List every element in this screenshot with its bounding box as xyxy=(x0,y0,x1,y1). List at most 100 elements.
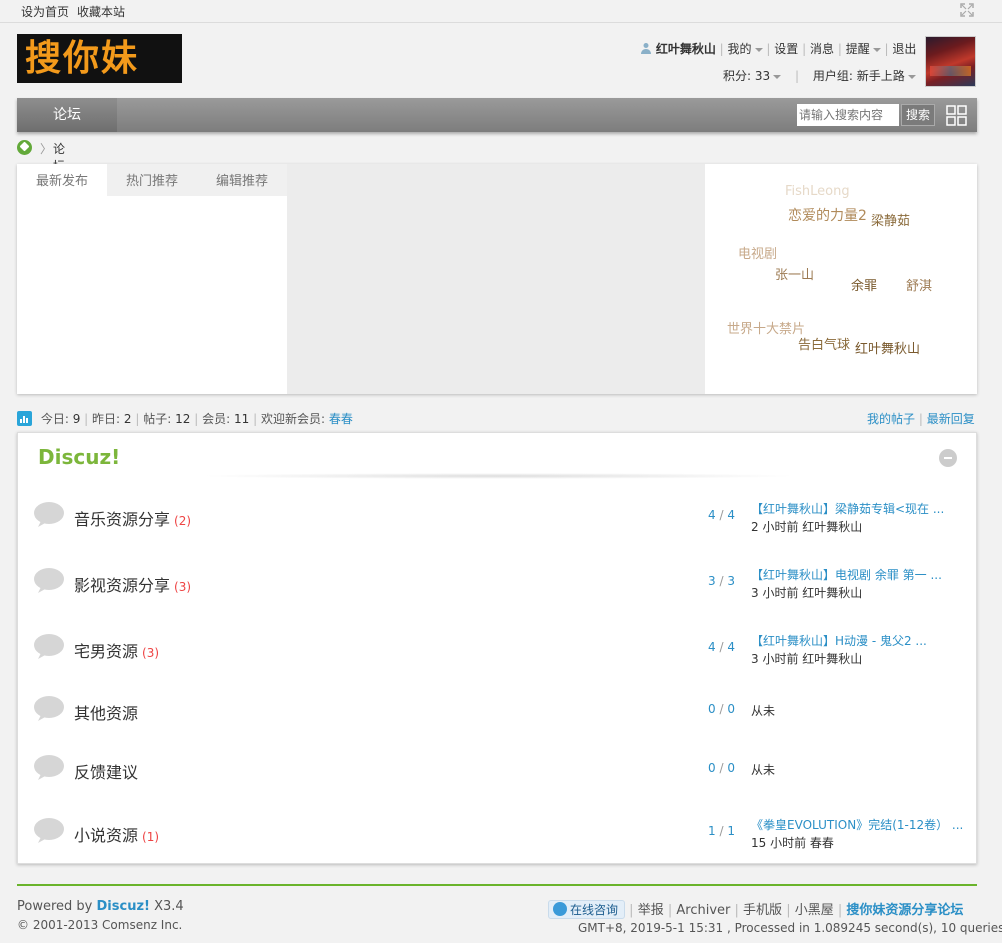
last-post-meta[interactable]: 3 小时前 红叶舞秋山 xyxy=(751,584,862,601)
mobile-link[interactable]: 手机版 xyxy=(743,903,782,918)
logout-link[interactable]: 退出 xyxy=(892,42,916,56)
last-post-meta[interactable]: 15 小时前 春春 xyxy=(751,834,834,851)
speech-bubble-icon xyxy=(34,696,64,721)
my-posts-link[interactable]: 我的帖子 xyxy=(867,412,915,426)
forum-name[interactable]: 反馈建议 xyxy=(74,759,138,783)
home-icon[interactable] xyxy=(17,140,32,155)
points-menu[interactable]: 积分: 33 xyxy=(723,69,770,83)
last-post-meta[interactable]: 2 小时前 红叶舞秋山 xyxy=(751,518,862,535)
forum-name[interactable]: 小说资源 (1) xyxy=(74,822,159,846)
set-homepage-link[interactable]: 设为首页 xyxy=(21,3,69,20)
forum-row: 小说资源 (1) 1 / 1 《拳皇EVOLUTION》完结(1-12卷） ...… xyxy=(18,813,976,853)
today-post-count: (2) xyxy=(174,514,192,528)
user-info-row: 积分: 33 | 用户组: 新手上路 xyxy=(723,67,916,84)
copyright: © 2001-2013 Comsenz Inc. xyxy=(17,918,183,932)
my-menu[interactable]: 我的 xyxy=(728,42,752,56)
tag[interactable]: 电视剧 xyxy=(738,243,777,262)
archiver-link[interactable]: Archiver xyxy=(676,903,730,918)
portal-panel: 最新发布 热门推荐 编辑推荐 FishLeong 恋爱的力量2 梁静茹 电视剧 … xyxy=(17,164,977,394)
forum-stats: 今日: 9 | 昨日: 2 | 帖子: 12 | 会员: 11 | 欢迎新会员:… xyxy=(17,410,353,427)
thread-post-count: 3 / 3 xyxy=(708,574,735,588)
forum-name[interactable]: 影视资源分享 (3) xyxy=(74,572,191,596)
last-post-title[interactable]: 【红叶舞秋山】电视剧 余罪 第一 ... xyxy=(751,566,942,583)
tag[interactable]: 张一山 xyxy=(775,264,814,283)
category-title[interactable]: Discuz! xyxy=(38,445,120,469)
username-link[interactable]: 红叶舞秋山 xyxy=(656,42,716,56)
online-consult-button[interactable]: 在线咨询 xyxy=(548,900,626,919)
portal-tabs: 最新发布 热门推荐 编辑推荐 xyxy=(17,164,287,196)
tab-hot[interactable]: 热门推荐 xyxy=(107,164,197,196)
tag[interactable]: 告白气球 xyxy=(798,334,850,353)
user-menu: 红叶舞秋山 | 我的 | 设置 | 消息 | 提醒 | 退出 xyxy=(640,40,916,57)
site-name-link[interactable]: 搜你妹资源分享论坛 xyxy=(846,903,963,918)
user-icon xyxy=(640,42,652,54)
usergroup-menu[interactable]: 用户组: 新手上路 xyxy=(813,69,905,83)
forum-row: 宅男资源 (3) 4 / 4 【红叶舞秋山】H动漫 - 鬼父2 ... 3 小时前… xyxy=(18,629,976,669)
today-count: 9 xyxy=(72,412,81,426)
avatar[interactable] xyxy=(925,36,976,87)
last-post-title[interactable]: 《拳皇EVOLUTION》完结(1-12卷） ... xyxy=(751,816,963,833)
top-bar: 设为首页 收藏本站 xyxy=(0,0,1002,23)
forum-name[interactable]: 其他资源 xyxy=(74,700,138,724)
chevron-down-icon xyxy=(754,47,763,52)
today-post-count: (3) xyxy=(142,646,160,660)
main-nav: 论坛 搜索 xyxy=(17,98,977,132)
nav-tab-forum[interactable]: 论坛 xyxy=(17,98,117,132)
collapse-icon[interactable] xyxy=(939,449,957,467)
tag[interactable]: 恋爱的力量2 xyxy=(788,205,867,225)
search-button[interactable]: 搜索 xyxy=(901,104,935,126)
forum-row: 影视资源分享 (3) 3 / 3 【红叶舞秋山】电视剧 余罪 第一 ... 3 小… xyxy=(18,563,976,603)
tag[interactable]: 红叶舞秋山 xyxy=(855,338,920,357)
forum-row: 音乐资源分享 (2) 4 / 4 【红叶舞秋山】梁静茹专辑<现在 ... 2 小时… xyxy=(18,497,976,537)
messages-link[interactable]: 消息 xyxy=(810,42,834,56)
last-post-title[interactable]: 【红叶舞秋山】梁静茹专辑<现在 ... xyxy=(751,500,944,517)
last-post-never: 从未 xyxy=(751,704,776,718)
thread-post-count: 1 / 1 xyxy=(708,824,735,838)
forum-row: 反馈建议 0 / 0 从未 xyxy=(18,750,976,790)
blackroom-link[interactable]: 小黑屋 xyxy=(795,903,834,918)
speech-bubble-icon xyxy=(34,755,64,780)
last-post-meta[interactable]: 3 小时前 红叶舞秋山 xyxy=(751,650,862,667)
search-input[interactable] xyxy=(797,104,899,126)
thread-post-count: 0 / 0 xyxy=(708,761,735,775)
tab-editor-picks[interactable]: 编辑推荐 xyxy=(197,164,287,196)
report-link[interactable]: 举报 xyxy=(638,903,664,918)
tag[interactable]: 舒淇 xyxy=(906,275,932,294)
forum-row: 其他资源 0 / 0 从未 xyxy=(18,691,976,731)
last-post-title[interactable]: 【红叶舞秋山】H动漫 - 鬼父2 ... xyxy=(751,632,927,649)
forum-name[interactable]: 宅男资源 (3) xyxy=(74,638,159,662)
today-label: 今日: xyxy=(40,412,69,426)
footer-links: 在线咨询 | 举报 | Archiver | 手机版 | 小黑屋 | 搜你妹资源… xyxy=(548,899,963,919)
latest-replies-link[interactable]: 最新回复 xyxy=(927,412,975,426)
bookmark-site-link[interactable]: 收藏本站 xyxy=(77,3,125,20)
settings-link[interactable]: 设置 xyxy=(774,42,798,56)
reminders-menu[interactable]: 提醒 xyxy=(846,42,870,56)
tag[interactable]: 梁静茹 xyxy=(871,210,910,229)
thread-post-count: 0 / 0 xyxy=(708,702,735,716)
post-links: 我的帖子 | 最新回复 xyxy=(867,412,975,426)
chevron-down-icon xyxy=(872,47,881,52)
thread-post-count: 4 / 4 xyxy=(708,508,735,522)
speech-bubble-icon xyxy=(34,634,64,659)
speech-bubble-icon xyxy=(34,568,64,593)
tag[interactable]: 余罪 xyxy=(851,275,877,294)
tab-latest[interactable]: 最新发布 xyxy=(17,164,107,196)
grid-menu-icon[interactable] xyxy=(946,105,967,126)
forum-list: Discuz! 音乐资源分享 (2) 4 / 4 【红叶舞秋山】梁静茹专辑<现在 … xyxy=(17,432,977,864)
newest-member-link[interactable]: 春春 xyxy=(329,412,353,426)
members-count: 11 xyxy=(234,412,250,426)
chevron-down-icon xyxy=(907,74,916,79)
welcome-label: 欢迎新会员: xyxy=(260,412,326,426)
forum-name[interactable]: 音乐资源分享 (2) xyxy=(74,506,191,530)
yesterday-count: 2 xyxy=(123,412,132,426)
discuz-link[interactable]: Discuz! xyxy=(97,899,150,914)
tag[interactable]: FishLeong xyxy=(785,184,850,199)
footer-divider xyxy=(17,884,977,886)
site-logo[interactable]: 搜你妹 xyxy=(17,34,182,83)
fullscreen-icon[interactable] xyxy=(960,3,974,17)
chart-icon xyxy=(17,411,32,426)
tag[interactable]: 世界十大禁片 xyxy=(727,318,805,337)
server-info: GMT+8, 2019-5-1 15:31 , Processed in 1.0… xyxy=(578,921,1002,935)
yesterday-label: 昨日: xyxy=(92,412,121,426)
members-label: 会员: xyxy=(202,412,231,426)
